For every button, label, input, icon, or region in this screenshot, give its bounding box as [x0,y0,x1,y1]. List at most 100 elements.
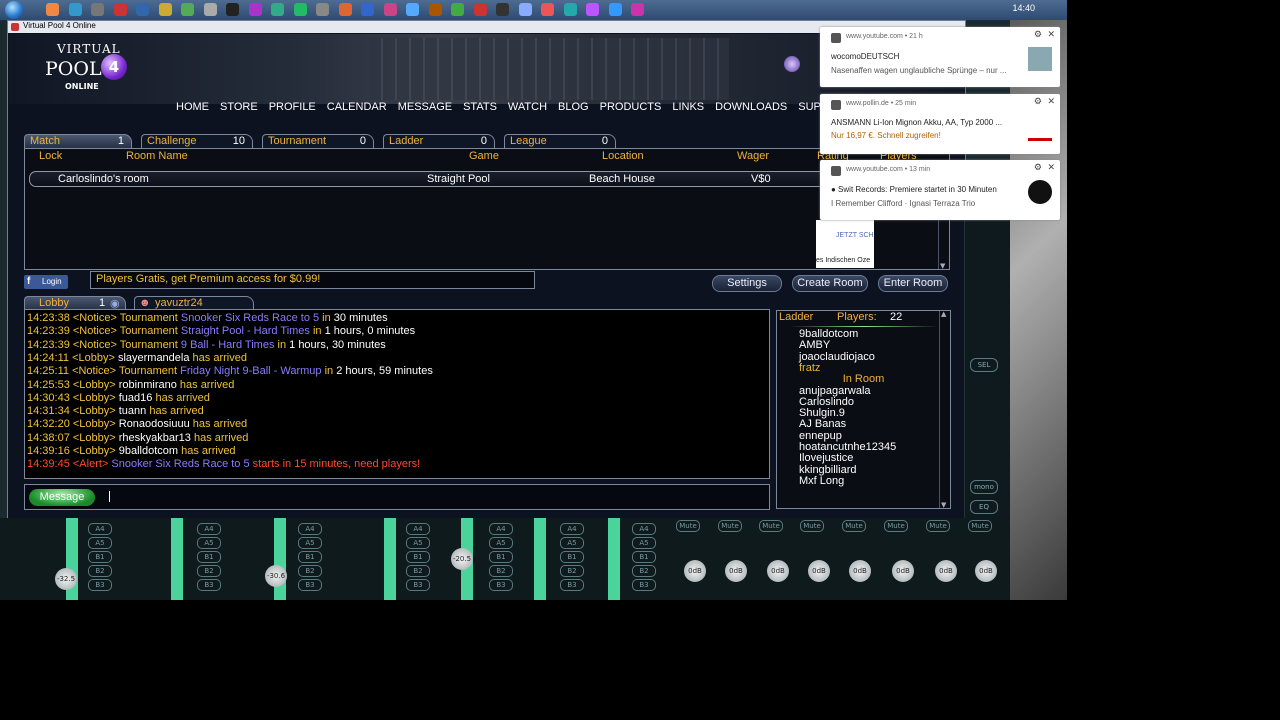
bus-button-b3[interactable]: B3 [560,579,584,591]
bus-button-a5[interactable]: A5 [406,537,430,549]
bus-button-a4[interactable]: A4 [197,523,221,535]
enter-room-button[interactable]: Enter Room [878,275,948,292]
bus-button-b1[interactable]: B1 [560,551,584,563]
room-player[interactable]: kkingbilliard [799,464,856,476]
gain-knob[interactable]: -20.5 [451,548,473,570]
taskbar-app-icon[interactable] [451,3,464,16]
notification-1[interactable]: www.youtube.com • 21 h ⚙ ✕ wocomoDEUTSCH… [820,27,1060,87]
gain-knob[interactable]: 0dB [975,560,997,582]
taskbar-app-icon[interactable] [496,3,509,16]
taskbar-app-icon[interactable] [586,3,599,16]
tab-private-chat[interactable]: ☻ yavuztr24 [134,296,254,310]
promo-banner[interactable]: Players Gratis, get Premium access for $… [90,271,535,289]
room-player[interactable]: ennepup [799,430,842,442]
mute-button[interactable]: Mute [968,520,992,532]
nav-profile[interactable]: PROFILE [269,101,316,115]
mute-button[interactable]: Mute [926,520,950,532]
facebook-login-button[interactable]: f Login [24,275,68,289]
nav-links[interactable]: LINKS [672,101,704,115]
bus-button-a4[interactable]: A4 [489,523,513,535]
nav-watch[interactable]: WATCH [508,101,547,115]
bus-button-b1[interactable]: B1 [88,551,112,563]
message-input[interactable] [109,491,110,502]
bus-button-a4[interactable]: A4 [88,523,112,535]
gain-knob[interactable]: -32.5 [55,568,77,590]
bus-button-a4[interactable]: A4 [298,523,322,535]
bus-button-a4[interactable]: A4 [560,523,584,535]
bus-button-b3[interactable]: B3 [197,579,221,591]
start-button[interactable] [5,1,23,19]
col-wager[interactable]: Wager [737,150,769,162]
col-room-name[interactable]: Room Name [126,150,188,162]
nav-calendar[interactable]: CALENDAR [327,101,387,115]
bus-button-b2[interactable]: B2 [88,565,112,577]
bus-button-b1[interactable]: B1 [406,551,430,563]
gain-knob[interactable]: 0dB [892,560,914,582]
taskbar-app-icon[interactable] [428,3,442,16]
bus-button-a5[interactable]: A5 [632,537,656,549]
close-icon[interactable]: ✕ [1047,96,1055,107]
gain-knob[interactable]: 0dB [684,560,706,582]
col-game[interactable]: Game [469,150,499,162]
tab-match[interactable]: Match 1 [24,134,132,148]
bus-button-b2[interactable]: B2 [298,565,322,577]
room-player[interactable]: AJ Banas [799,418,846,430]
mute-button[interactable]: Mute [884,520,908,532]
taskbar-app-icon[interactable] [46,3,59,16]
bus-button-a5[interactable]: A5 [298,537,322,549]
gain-knob[interactable]: 0dB [725,560,747,582]
table-row[interactable]: Carloslindo's room Straight Pool Beach H… [29,171,831,187]
chat-text[interactable]: Straight Pool - Hard Times [181,325,310,337]
user-avatar[interactable] [784,56,800,72]
taskbar-app-icon[interactable] [383,3,397,16]
bus-button-b1[interactable]: B1 [298,551,322,563]
mute-button[interactable]: Mute [718,520,742,532]
bus-button-b1[interactable]: B1 [632,551,656,563]
room-player[interactable]: hoatancutnhe12345 [799,441,896,453]
taskbar-app-icon[interactable] [271,3,284,16]
bus-button-b2[interactable]: B2 [560,565,584,577]
volume-fader[interactable] [274,518,286,600]
nav-downloads[interactable]: DOWNLOADS [715,101,787,115]
logo[interactable]: VIRTUAL POOL 4 ONLINE [39,38,139,94]
bus-button-a5[interactable]: A5 [197,537,221,549]
side-fragment-button[interactable]: JETZT SCH [836,232,874,239]
bus-button-b3[interactable]: B3 [406,579,430,591]
taskbar-app-icon[interactable] [541,3,554,16]
volume-fader[interactable] [171,518,183,600]
taskbar-app-icon[interactable] [338,3,352,16]
gear-icon[interactable]: ⚙ [1034,162,1042,173]
tab-league[interactable]: League 0 [504,134,616,148]
scroll-up-icon[interactable]: ▲ [941,311,949,318]
gain-knob[interactable]: 0dB [849,560,871,582]
room-player[interactable]: Shulgin.9 [799,407,845,419]
taskbar-app-icon[interactable] [563,3,577,16]
bus-button-b3[interactable]: B3 [489,579,513,591]
taskbar-app-icon[interactable] [316,3,329,16]
bus-button-b2[interactable]: B2 [406,565,430,577]
mute-button[interactable]: Mute [842,520,866,532]
chat-text[interactable]: Snooker Six Reds Race to 5 [181,312,319,324]
taskbar-app-icon[interactable] [608,3,622,16]
bus-button-b3[interactable]: B3 [632,579,656,591]
ladder-player[interactable]: joaoclaudiojaco [799,351,875,363]
taskbar-app-icon[interactable] [406,3,419,16]
taskbar-app-icon[interactable] [518,3,532,16]
tab-ladder[interactable]: Ladder 0 [383,134,495,148]
mute-button[interactable]: Mute [800,520,824,532]
room-player[interactable]: Carloslindo [799,396,854,408]
bus-button-a5[interactable]: A5 [489,537,513,549]
bus-button-b1[interactable]: B1 [489,551,513,563]
gain-knob[interactable]: 0dB [808,560,830,582]
gear-icon[interactable]: ⚙ [1034,29,1042,40]
taskbar-app-icon[interactable] [113,3,127,16]
room-player[interactable]: Ilovejustice [799,452,853,464]
chat-text[interactable]: Snooker Six Reds Race to 5 [111,458,249,470]
taskbar-app-icon[interactable] [181,3,194,16]
mono-button[interactable]: mono [970,480,998,494]
taskbar-app-icon[interactable] [136,3,149,16]
col-location[interactable]: Location [602,150,644,162]
nav-blog[interactable]: BLOG [558,101,589,115]
chat-text[interactable]: Friday Night 9-Ball - Warmup [180,365,321,377]
settings-button[interactable]: Settings [712,275,782,292]
